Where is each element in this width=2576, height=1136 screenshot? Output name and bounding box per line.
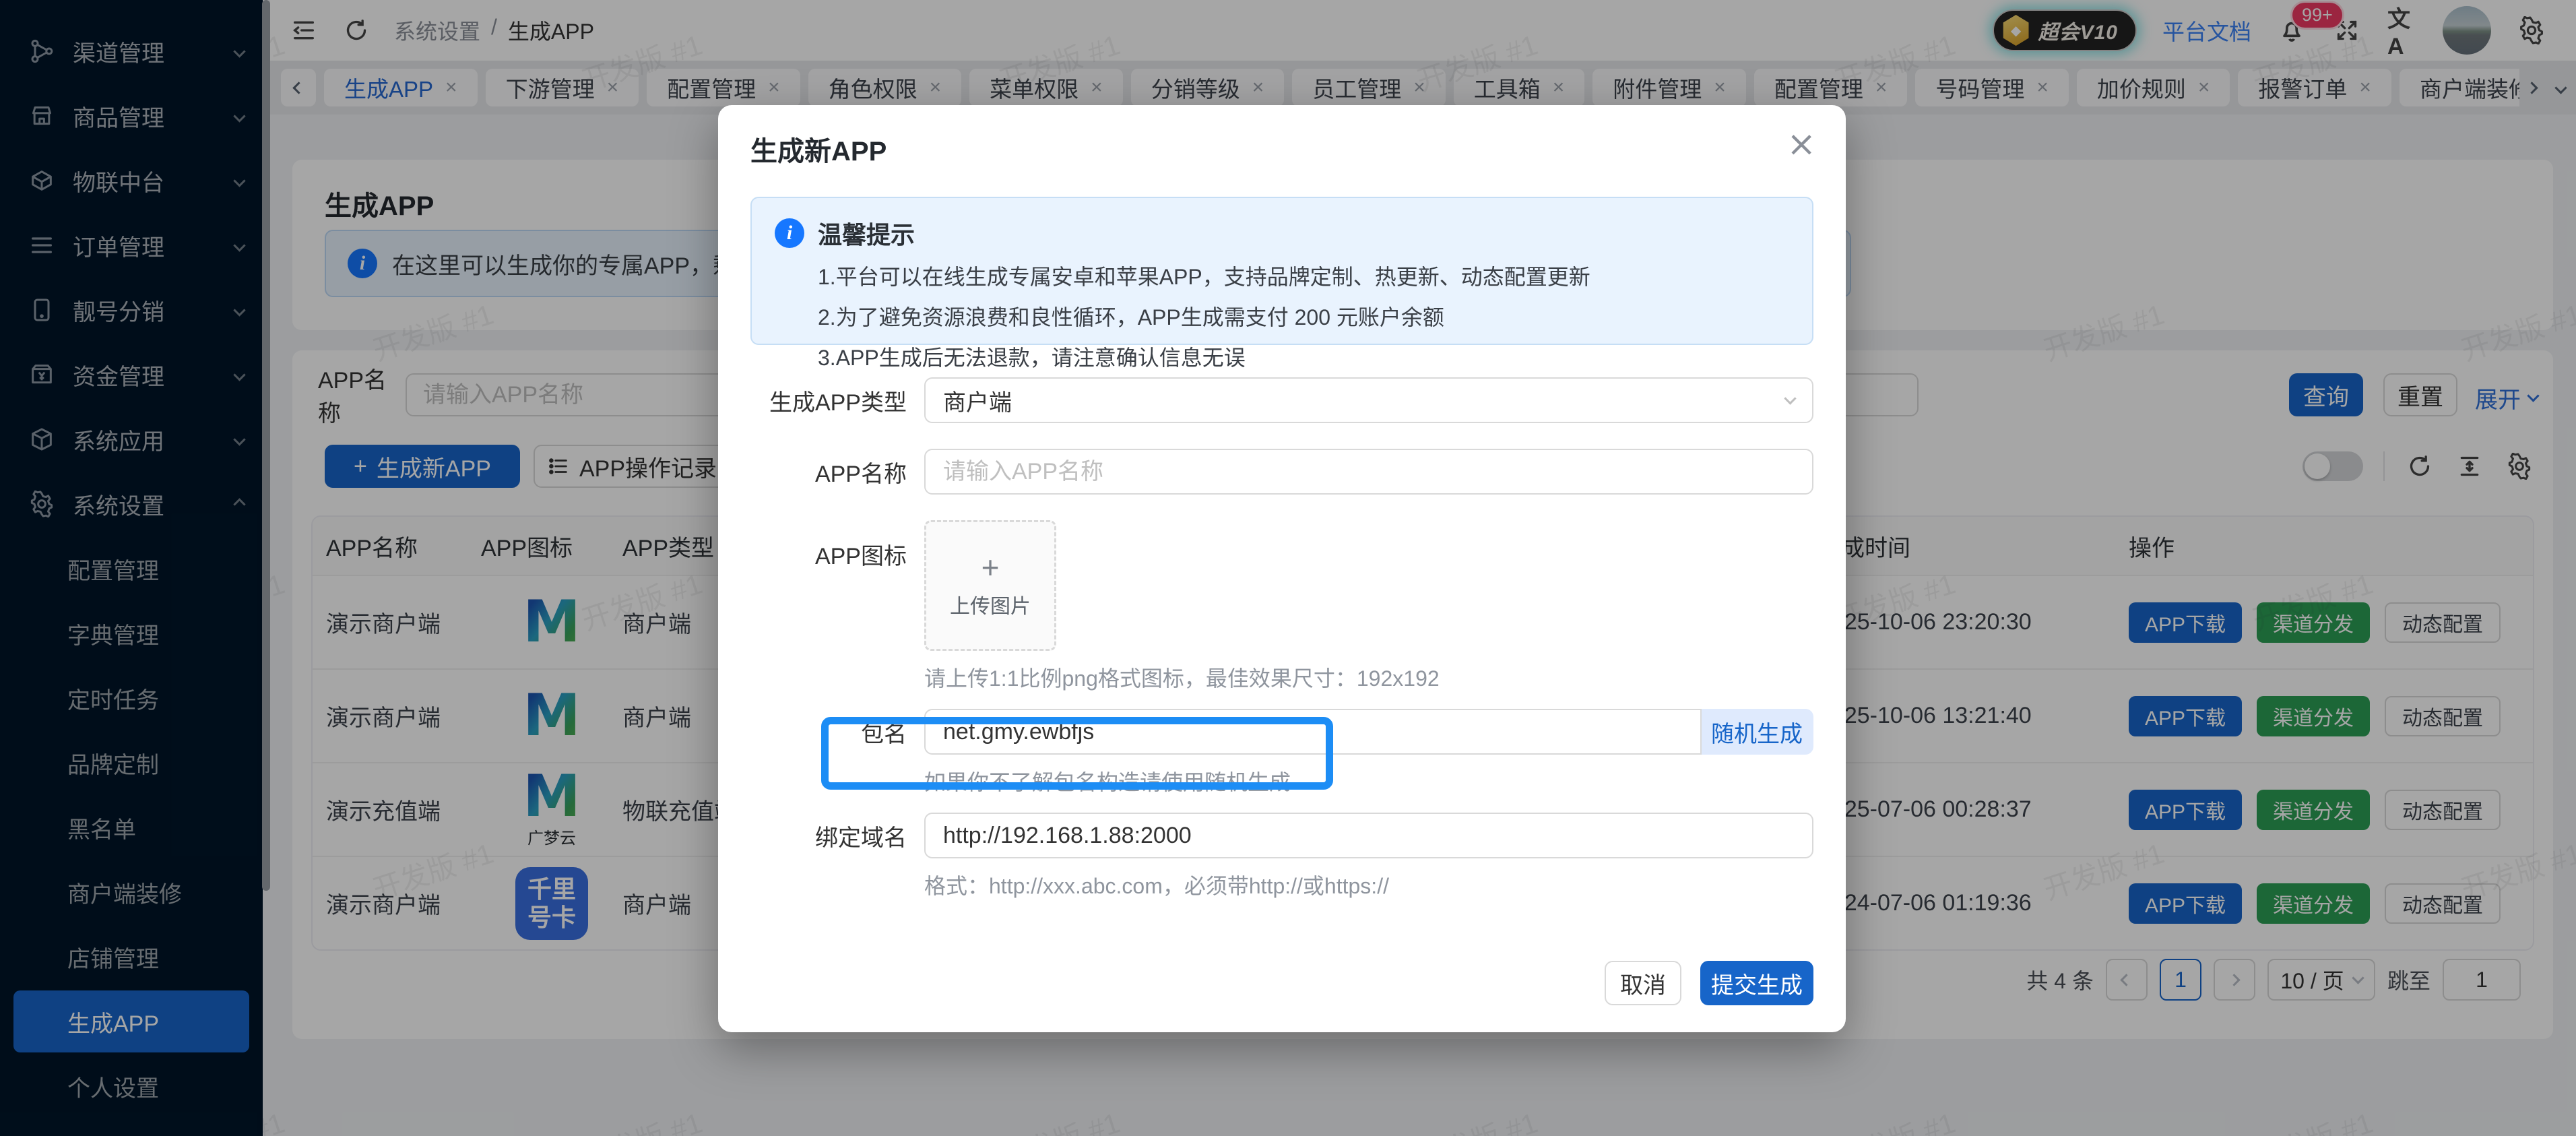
plus-icon: + xyxy=(981,550,1000,585)
domain-hint: 格式：http://xxx.abc.com，必须带http://或https:/… xyxy=(924,874,1389,898)
info-icon: i xyxy=(775,218,804,248)
modal-info-alert: i 温馨提示 1.平台可以在线生成专属安卓和苹果APP，支持品牌定制、热更新、动… xyxy=(750,197,1813,370)
package-hint: 如果你不了解包名构造请使用随机生成 xyxy=(924,770,1291,794)
alert-line: 2.为了避免资源浪费和良性循环，APP生成需支付 200 元账户余额 xyxy=(818,305,1444,329)
modal-close-icon[interactable]: × xyxy=(1786,124,1816,164)
package-name-input[interactable] xyxy=(924,709,1702,755)
random-generate-button[interactable]: 随机生成 xyxy=(1702,709,1813,755)
modal-title: 生成新APP xyxy=(750,137,887,166)
app-name-input[interactable] xyxy=(924,449,1813,495)
cancel-button[interactable]: 取消 xyxy=(1605,961,1681,1005)
alert-line: 1.平台可以在线生成专属安卓和苹果APP，支持品牌定制、热更新、动态配置更新 xyxy=(818,265,1590,289)
submit-generate-button[interactable]: 提交生成 xyxy=(1700,961,1813,1005)
app-type-select[interactable]: 商户端 xyxy=(924,377,1813,423)
bind-domain-input[interactable] xyxy=(924,813,1813,858)
generate-app-modal: 生成新APP × i 温馨提示 1.平台可以在线生成专属安卓和苹果APP，支持品… xyxy=(718,105,1846,1032)
package-name-label: 包名 xyxy=(861,721,907,747)
app-name-label: APP名称 xyxy=(814,461,907,487)
app-icon-label: APP图标 xyxy=(814,544,907,569)
upload-image-dropzone[interactable]: + 上传图片 xyxy=(924,520,1056,651)
bind-domain-label: 绑定域名 xyxy=(815,825,907,851)
app-type-label: 生成APP类型 xyxy=(769,389,907,416)
icon-hint: 请上传1:1比例png格式图标，最佳效果尺寸：192x192 xyxy=(924,666,1440,691)
alert-line: 3.APP生成后无法退款，请注意确认信息无误 xyxy=(818,346,1246,370)
